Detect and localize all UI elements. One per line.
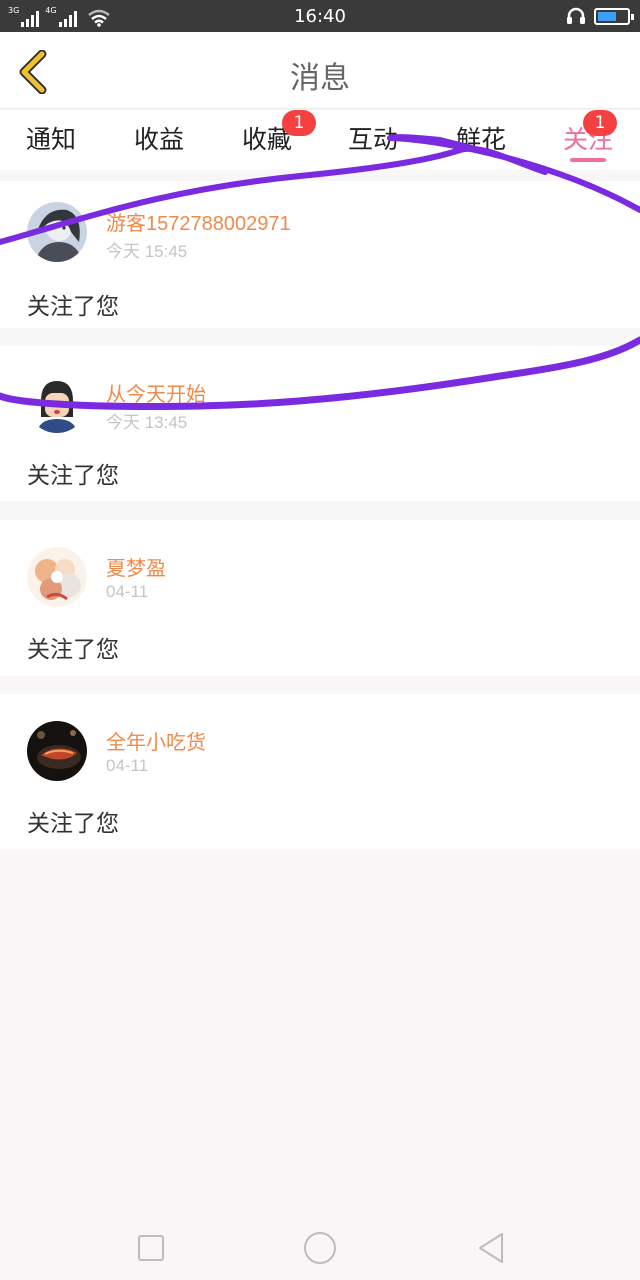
status-bar: 3G 4G 16:40 [0,0,640,32]
message-text: 关注了您 [27,463,119,489]
tab-following[interactable]: 关注 1 [563,110,617,164]
battery-level [598,12,616,21]
tab-label: 通知 [25,125,77,154]
active-tab-indicator [569,158,606,162]
user-name[interactable]: 全年小吃货 [106,726,206,755]
system-nav-bar [0,1210,640,1280]
app-header: 消息 [0,32,640,109]
message-text: 关注了您 [27,637,119,663]
tab-label: 收益 [133,125,185,154]
tab-bar: 通知 收益 收藏 1 互动 鲜花 关注 1 [0,110,640,170]
tab-earnings[interactable]: 收益 [134,120,184,164]
unread-badge: 1 [582,110,617,136]
page-title: 消息 [290,61,350,96]
tab-flowers[interactable]: 鲜花 [456,120,506,164]
recent-apps-icon[interactable] [133,1230,169,1266]
timestamp: 今天 13:45 [106,413,188,432]
back-icon[interactable] [474,1230,510,1266]
timestamp: 04-11 [106,582,149,601]
timestamp: 04-11 [106,756,149,775]
list-item[interactable]: 全年小吃货 04-11 关注了您 [0,694,640,850]
user-name[interactable]: 夏梦盈 [106,552,166,581]
avatar[interactable] [27,721,87,781]
avatar[interactable] [27,202,87,262]
message-text: 关注了您 [27,294,119,320]
tab-interactions[interactable]: 互动 [348,120,398,164]
headset-icon [567,7,585,24]
list-item[interactable]: 游客1572788002971 今天 15:45 关注了您 [0,181,640,328]
avatar[interactable] [27,547,87,607]
tab-label: 鲜花 [455,125,507,154]
avatar[interactable] [27,373,87,433]
timestamp: 今天 15:45 [106,242,188,261]
list-item[interactable]: 夏梦盈 04-11 关注了您 [0,520,640,676]
message-text: 关注了您 [27,811,119,837]
user-name[interactable]: 从今天开始 [106,378,206,407]
clock: 16:40 [294,6,346,27]
battery-icon [594,8,634,25]
user-name[interactable]: 游客1572788002971 [106,207,291,236]
home-icon[interactable] [302,1230,338,1266]
list-item[interactable]: 从今天开始 今天 13:45 关注了您 [0,346,640,501]
tab-notifications[interactable]: 通知 [26,120,76,164]
tab-label: 互动 [347,125,399,154]
unread-badge: 1 [281,110,316,136]
tab-favorites[interactable]: 收藏 1 [242,110,316,164]
